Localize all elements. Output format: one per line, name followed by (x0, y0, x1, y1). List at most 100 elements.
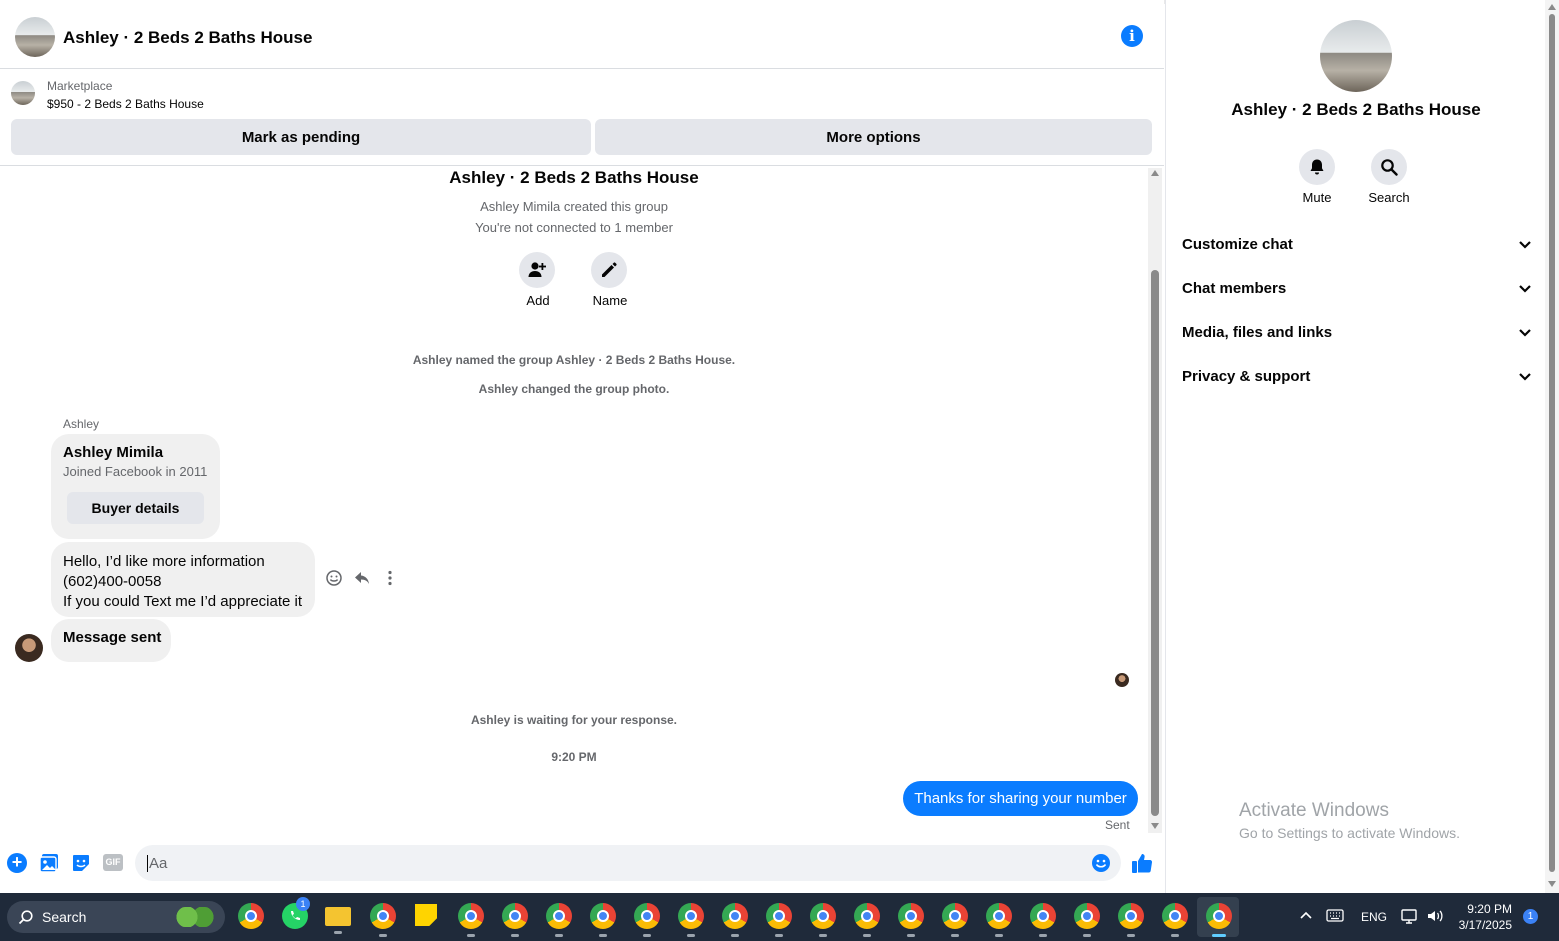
chrome-profile-icon[interactable] (986, 903, 1012, 937)
mute-button[interactable] (1299, 149, 1335, 185)
chrome-profile-icon[interactable] (1162, 903, 1188, 937)
name-label: Name (592, 293, 628, 308)
pencil-icon (602, 262, 617, 277)
chrome-profile-icon[interactable] (854, 903, 880, 937)
scroll-up-arrow[interactable] (1151, 170, 1159, 176)
activation-watermark-title: Activate Windows (1239, 800, 1389, 821)
chrome-profile-icon[interactable] (1030, 903, 1056, 937)
chrome-profile-icon[interactable] (810, 903, 836, 937)
scroll-thumb[interactable] (1151, 270, 1159, 816)
section-chat-members[interactable]: Chat members (1182, 280, 1532, 297)
search-in-chat-button[interactable] (1371, 149, 1407, 185)
name-group-button[interactable] (591, 252, 627, 288)
activation-watermark-text: Go to Settings to activate Windows. (1239, 825, 1460, 841)
clock-time[interactable]: 9:20 PM (1450, 902, 1512, 916)
info-icon[interactable]: i (1121, 25, 1143, 47)
chrome-profile-icon[interactable] (590, 903, 616, 937)
header-divider (0, 68, 1164, 69)
scroll-down-arrow[interactable] (1151, 823, 1159, 829)
section-label: Media, files and links (1182, 324, 1333, 341)
chevron-down-icon (1519, 284, 1531, 293)
window-scrollbar[interactable] (1545, 0, 1559, 893)
taskbar-search-box[interactable]: Search (7, 901, 225, 933)
chrome-profile-icon[interactable] (634, 903, 660, 937)
message-input-placeholder: Aa (147, 855, 168, 872)
chrome-profile-icon[interactable] (1118, 903, 1144, 937)
chat-title[interactable]: Ashley · 2 Beds 2 Baths House (63, 28, 312, 48)
scroll-thumb[interactable] (1549, 14, 1555, 872)
like-thumb-icon[interactable] (1131, 852, 1153, 874)
emoji-icon[interactable] (1091, 853, 1111, 873)
sidebar-title: Ashley · 2 Beds 2 Baths House (1231, 100, 1481, 119)
sidebar-group-avatar[interactable] (1320, 20, 1392, 92)
chrome-profile-icon[interactable] (942, 903, 968, 937)
scroll-up-arrow[interactable] (1548, 4, 1556, 10)
chrome-profile-icon[interactable] (370, 903, 396, 937)
chrome-profile-icon[interactable] (458, 903, 484, 937)
chevron-down-icon (1519, 328, 1531, 337)
clock-date[interactable]: 3/17/2025 (1450, 918, 1512, 932)
profile-card: Ashley Mimila Joined Facebook in 2011 Bu… (51, 434, 220, 539)
chevron-down-icon (1519, 240, 1531, 249)
notification-badge[interactable]: 1 (1523, 909, 1538, 924)
more-options-button[interactable]: More options (595, 119, 1152, 155)
chrome-profile-icon[interactable] (898, 903, 924, 937)
keyboard-icon[interactable] (1326, 909, 1344, 922)
bell-icon (1310, 159, 1324, 175)
message-bubble[interactable]: Message sent (51, 619, 171, 662)
add-label: Add (526, 293, 550, 308)
buyer-details-button[interactable]: Buyer details (67, 492, 204, 524)
sticker-icon[interactable] (71, 853, 91, 873)
profile-joined: Joined Facebook in 2011 (63, 464, 208, 479)
taskbar-search-label: Search (42, 909, 87, 925)
chrome-icon[interactable] (238, 903, 264, 929)
language-indicator[interactable]: ENG (1361, 910, 1387, 924)
sender-avatar[interactable] (15, 634, 43, 662)
chrome-active-icon[interactable] (1206, 903, 1232, 937)
message-bubble[interactable]: Hello, I’d like more information (602)40… (51, 542, 315, 617)
mute-label: Mute (1302, 190, 1332, 205)
message-line: (602)400-0058 (63, 573, 162, 590)
message-line: Hello, I’d like more information (63, 553, 265, 570)
search-icon (1381, 159, 1398, 176)
listing-title[interactable]: $950 - 2 Beds 2 Baths House (47, 97, 204, 111)
message-input[interactable]: Aa (135, 845, 1121, 881)
chrome-profile-icon[interactable] (722, 903, 748, 937)
profile-name[interactable]: Ashley Mimila (63, 444, 163, 461)
search-icon (18, 910, 33, 925)
chrome-profile-icon[interactable] (546, 903, 572, 937)
more-actions-plus-icon[interactable]: + (7, 853, 27, 873)
scroll-down-arrow[interactable] (1548, 881, 1556, 887)
mark-pending-button[interactable]: Mark as pending (11, 119, 591, 155)
file-explorer-icon[interactable] (325, 907, 351, 934)
volume-icon[interactable] (1426, 908, 1444, 924)
group-avatar[interactable] (15, 17, 55, 57)
more-actions-icon[interactable] (381, 569, 399, 587)
reply-icon[interactable] (353, 569, 371, 587)
chat-scrollbar[interactable] (1148, 168, 1162, 833)
windows-taskbar: Search 1 ENG 9:20 PM 3/17/2025 1 (0, 893, 1559, 941)
whatsapp-icon[interactable]: 1 (282, 897, 310, 929)
chrome-profile-icon[interactable] (502, 903, 528, 937)
listing-source: Marketplace (47, 79, 113, 93)
listing-thumbnail[interactable] (11, 81, 35, 105)
section-privacy-support[interactable]: Privacy & support (1182, 368, 1532, 385)
section-customize-chat[interactable]: Customize chat (1182, 236, 1532, 253)
add-member-button[interactable] (519, 252, 555, 288)
gif-icon[interactable]: GIF (103, 854, 123, 871)
chat-details-panel: Ashley · 2 Beds 2 Baths House Mute Searc… (1165, 0, 1546, 893)
chat-panel: Ashley · 2 Beds 2 Baths House i Marketpl… (0, 0, 1164, 893)
chrome-profile-icon[interactable] (678, 903, 704, 937)
chrome-profile-icon[interactable] (1074, 903, 1100, 937)
network-icon[interactable] (1401, 908, 1419, 924)
react-emoji-icon[interactable] (325, 569, 343, 587)
chevron-up-icon[interactable] (1299, 910, 1313, 920)
search-label: Search (1368, 190, 1410, 205)
sticky-notes-icon[interactable] (415, 904, 437, 926)
search-highlight-icon (175, 907, 215, 927)
section-media-files-links[interactable]: Media, files and links (1182, 324, 1532, 341)
photo-icon[interactable] (39, 853, 60, 873)
intro-title: Ashley · 2 Beds 2 Baths House (449, 168, 699, 187)
outgoing-message[interactable]: Thanks for sharing your number (903, 781, 1138, 816)
chrome-profile-icon[interactable] (766, 903, 792, 937)
